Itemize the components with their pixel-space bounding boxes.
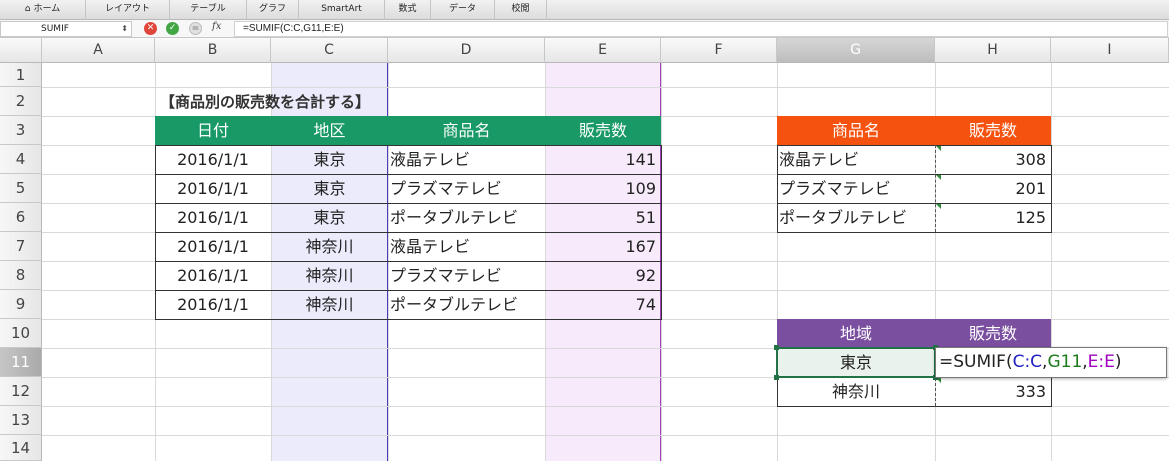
column-header-e[interactable]: E <box>545 38 661 63</box>
error-indicator-icon[interactable] <box>936 146 941 151</box>
table-cell-product[interactable]: ポータブルテレビ <box>388 290 545 319</box>
select-all-corner[interactable] <box>0 38 42 63</box>
header-cell-date[interactable]: 日付 <box>155 116 271 145</box>
tab-review[interactable]: 校閲 <box>495 0 547 20</box>
tab-home-label: ホーム <box>33 4 61 14</box>
insert-function-icon[interactable]: fx <box>212 21 221 32</box>
table-cell-sales[interactable]: 201 <box>935 174 1051 203</box>
row-header[interactable]: 7 <box>0 232 42 261</box>
header-cell-sales[interactable]: 販売数 <box>935 116 1051 145</box>
table-cell-region[interactable]: 東京 <box>777 348 935 377</box>
header-cell-sales[interactable]: 販売数 <box>935 319 1051 348</box>
column-header-h[interactable]: H <box>935 38 1051 63</box>
table-cell-region[interactable]: 神奈川 <box>271 232 388 261</box>
cancel-icon[interactable]: ✕ <box>144 22 157 35</box>
column-header-i[interactable]: I <box>1051 38 1169 63</box>
formula-ref-g11: G11 <box>1047 352 1083 372</box>
row-header[interactable]: 14 <box>0 435 42 461</box>
table-cell-product[interactable]: 液晶テレビ <box>388 232 545 261</box>
table-cell-sales[interactable]: 92 <box>545 261 661 290</box>
formula-ref-c: C:C <box>1012 352 1043 372</box>
row-header[interactable]: 1 <box>0 63 42 87</box>
row-header[interactable]: 3 <box>0 116 42 145</box>
table-cell-product[interactable]: ポータブルテレビ <box>777 203 935 232</box>
header-cell-product[interactable]: 商品名 <box>388 116 545 145</box>
table-cell-sales[interactable]: 141 <box>545 145 661 174</box>
table-cell-date[interactable]: 2016/1/1 <box>155 261 271 290</box>
row-header[interactable]: 12 <box>0 377 42 406</box>
table-cell-product[interactable]: ポータブルテレビ <box>388 203 545 232</box>
tab-data[interactable]: データ <box>431 0 495 20</box>
row-header[interactable]: 5 <box>0 174 42 203</box>
table-cell-date[interactable]: 2016/1/1 <box>155 203 271 232</box>
row-header[interactable]: 9 <box>0 290 42 319</box>
row-header[interactable]: 13 <box>0 406 42 435</box>
stepper-icon[interactable]: ⬍ <box>121 22 128 36</box>
table-cell-date[interactable]: 2016/1/1 <box>155 232 271 261</box>
table-cell-region[interactable]: 神奈川 <box>271 290 388 319</box>
tab-layout[interactable]: レイアウト <box>86 0 170 20</box>
table-cell-date[interactable]: 2016/1/1 <box>155 174 271 203</box>
error-indicator-icon[interactable] <box>936 204 941 209</box>
column-header-g[interactable]: G <box>777 38 935 63</box>
tab-smartart[interactable]: SmartArt <box>299 0 385 20</box>
tab-table[interactable]: テーブル <box>170 0 247 20</box>
formula-input[interactable]: =SUMIF(C:C,G11,E:E) <box>234 21 1168 37</box>
column-header-f[interactable]: F <box>661 38 777 63</box>
formula-bar: SUMIF ⬍ ✕ ✓ = fx =SUMIF(C:C,G11,E:E) <box>0 20 1169 38</box>
sheet-title[interactable]: 【商品別の販売数を合計する】 <box>160 87 370 116</box>
table-cell-sales[interactable]: 51 <box>545 203 661 232</box>
table-cell-product[interactable]: 液晶テレビ <box>388 145 545 174</box>
tab-chart[interactable]: グラフ <box>247 0 299 20</box>
table-cell-date[interactable]: 2016/1/1 <box>155 290 271 319</box>
table-cell-sales[interactable]: 74 <box>545 290 661 319</box>
header-cell-region[interactable]: 地区 <box>271 116 388 145</box>
resize-handle[interactable] <box>774 375 779 380</box>
table-cell-sales[interactable]: 109 <box>545 174 661 203</box>
table-cell-region[interactable]: 東京 <box>271 203 388 232</box>
table-cell-sales[interactable]: 125 <box>935 203 1051 232</box>
error-indicator-icon[interactable] <box>936 175 941 180</box>
row-header[interactable]: 4 <box>0 145 42 174</box>
row-header[interactable]: 10 <box>0 319 42 348</box>
table-cell-product[interactable]: 液晶テレビ <box>777 145 935 174</box>
table-cell-sales[interactable]: 333 <box>935 377 1051 406</box>
table-cell-region[interactable]: 東京 <box>271 174 388 203</box>
tab-home[interactable]: ⌂ ホーム <box>0 0 86 20</box>
table-cell-product[interactable]: プラズマテレビ <box>777 174 935 203</box>
row-header[interactable]: 11 <box>0 348 42 377</box>
table-cell-sales[interactable]: 308 <box>935 145 1051 174</box>
tab-formulas[interactable]: 数式 <box>385 0 431 20</box>
header-cell-region[interactable]: 地域 <box>777 319 935 348</box>
table-cell-region[interactable]: 神奈川 <box>777 377 935 406</box>
row-header[interactable]: 2 <box>0 87 42 116</box>
name-box[interactable]: SUMIF ⬍ <box>0 21 132 37</box>
table-cell-product[interactable]: プラズマテレビ <box>388 261 545 290</box>
column-header-a[interactable]: A <box>42 38 155 63</box>
table-cell-date[interactable]: 2016/1/1 <box>155 145 271 174</box>
column-header-d[interactable]: D <box>388 38 545 63</box>
formula-text: ) <box>1114 352 1122 372</box>
ribbon-tab-bar: ⌂ ホーム レイアウト テーブル グラフ SmartArt 数式 データ 校閲 <box>0 0 1169 20</box>
function-wizard-icon[interactable]: = <box>189 22 202 35</box>
spreadsheet-grid: A B C D E F G H I 1 2 3 4 5 6 7 8 9 10 1… <box>0 38 1169 461</box>
column-header-c[interactable]: C <box>271 38 388 63</box>
table-cell-region[interactable]: 神奈川 <box>271 261 388 290</box>
home-icon: ⌂ <box>24 4 31 14</box>
header-cell-sales[interactable]: 販売数 <box>545 116 661 145</box>
table-cell-sales[interactable]: 167 <box>545 232 661 261</box>
formula-text: =SUMIF( <box>939 352 1013 372</box>
in-cell-formula-editor[interactable]: =SUMIF(C:C,G11,E:E) <box>935 347 1167 378</box>
row-header[interactable]: 8 <box>0 261 42 290</box>
confirm-icon[interactable]: ✓ <box>166 22 179 35</box>
table-cell-region[interactable]: 東京 <box>271 145 388 174</box>
column-header-b[interactable]: B <box>155 38 271 63</box>
formula-ref-e: E:E <box>1087 352 1115 372</box>
header-cell-product[interactable]: 商品名 <box>777 116 935 145</box>
row-header[interactable]: 6 <box>0 203 42 232</box>
table-cell-product[interactable]: プラズマテレビ <box>388 174 545 203</box>
name-box-value: SUMIF <box>41 24 69 34</box>
resize-handle[interactable] <box>774 345 779 350</box>
